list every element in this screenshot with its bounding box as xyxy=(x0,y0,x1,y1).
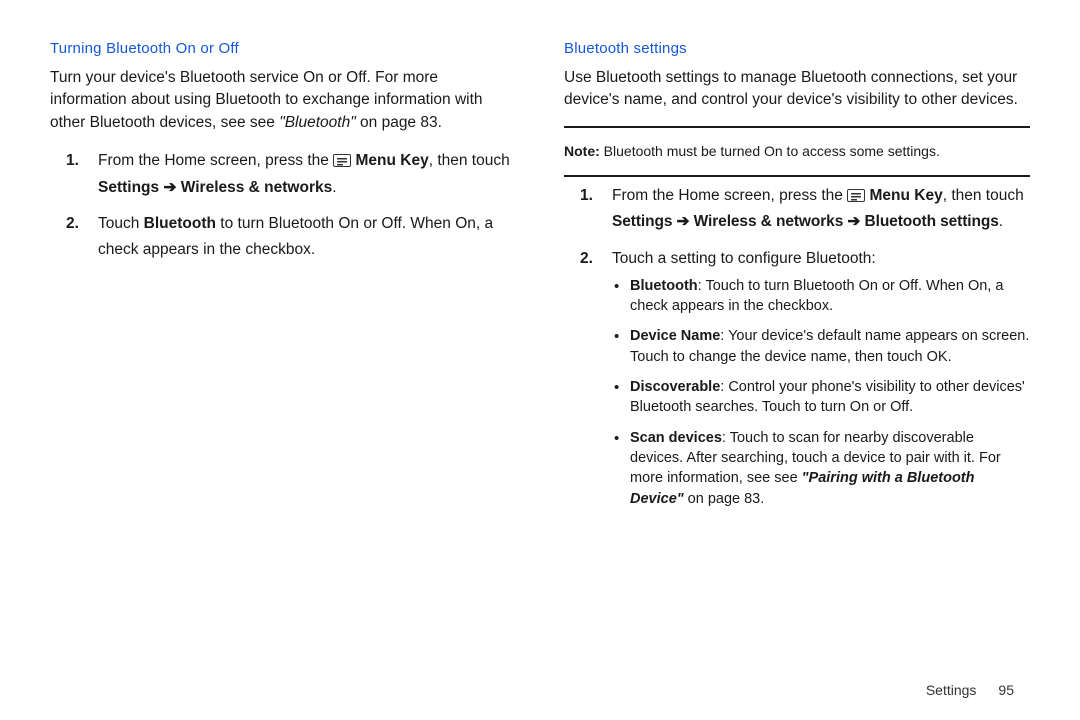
page-footer: Settings 95 xyxy=(926,682,1014,698)
section-heading-left: Turning Bluetooth On or Off xyxy=(50,40,516,57)
right-column: Bluetooth settings Use Bluetooth setting… xyxy=(564,40,1030,519)
menu-key-icon xyxy=(333,154,351,167)
nav-path: Settings ➔ Wireless & networks xyxy=(98,179,332,196)
step-item: Touch a setting to configure Bluetooth: … xyxy=(564,246,1030,509)
left-column: Turning Bluetooth On or Off Turn your de… xyxy=(50,40,516,519)
setting-name: Device Name xyxy=(630,328,720,344)
step-item: From the Home screen, press the Menu Key… xyxy=(564,183,1030,236)
intro-paragraph-right: Use Bluetooth settings to manage Bluetoo… xyxy=(564,67,1030,112)
list-item: Discoverable: Control your phone's visib… xyxy=(612,377,1030,418)
step-item: From the Home screen, press the Menu Key… xyxy=(50,148,516,201)
menu-key-icon xyxy=(847,189,865,202)
step-text: From the Home screen, press the xyxy=(98,152,333,169)
note: Note: Bluetooth must be turned On to acc… xyxy=(564,142,1030,161)
list-item: Bluetooth: Touch to turn Bluetooth On or… xyxy=(612,276,1030,317)
menu-key-label: Menu Key xyxy=(869,187,942,204)
list-item: Scan devices: Touch to scan for nearby d… xyxy=(612,428,1030,509)
cross-reference: "Bluetooth" xyxy=(279,114,356,131)
note-text: Bluetooth must be turned On to access so… xyxy=(600,143,940,159)
divider xyxy=(564,126,1030,128)
steps-list-left: From the Home screen, press the Menu Key… xyxy=(50,148,516,263)
page-number: 95 xyxy=(998,682,1014,698)
note-label: Note: xyxy=(564,143,600,159)
nav-path: Settings ➔ Wireless & networks ➔ Bluetoo… xyxy=(612,213,999,230)
ui-element-name: Bluetooth xyxy=(144,215,216,232)
section-heading-right: Bluetooth settings xyxy=(564,40,1030,57)
step-text: . xyxy=(999,213,1003,230)
chapter-name: Settings xyxy=(926,682,977,698)
setting-name: Bluetooth xyxy=(630,278,698,294)
list-item: Device Name: Your device's default name … xyxy=(612,326,1030,367)
setting-name: Discoverable xyxy=(630,379,720,395)
steps-list-right: From the Home screen, press the Menu Key… xyxy=(564,183,1030,509)
setting-name: Scan devices xyxy=(630,430,722,446)
bullet-list: Bluetooth: Touch to turn Bluetooth On or… xyxy=(612,276,1030,509)
step-text: . xyxy=(332,179,336,196)
step-text: From the Home screen, press the xyxy=(612,187,847,204)
step-text: Touch a setting to configure Bluetooth: xyxy=(612,250,876,267)
manual-page: Turning Bluetooth On or Off Turn your de… xyxy=(0,0,1080,720)
setting-desc: on page 83. xyxy=(684,491,765,507)
intro-text-post: on page 83. xyxy=(356,114,442,131)
menu-key-label: Menu Key xyxy=(355,152,428,169)
step-text: Touch xyxy=(98,215,144,232)
divider xyxy=(564,175,1030,177)
step-text: , then touch xyxy=(429,152,510,169)
two-column-layout: Turning Bluetooth On or Off Turn your de… xyxy=(50,40,1030,519)
step-item: Touch Bluetooth to turn Bluetooth On or … xyxy=(50,211,516,264)
intro-paragraph-left: Turn your device's Bluetooth service On … xyxy=(50,67,516,134)
step-text: , then touch xyxy=(943,187,1024,204)
